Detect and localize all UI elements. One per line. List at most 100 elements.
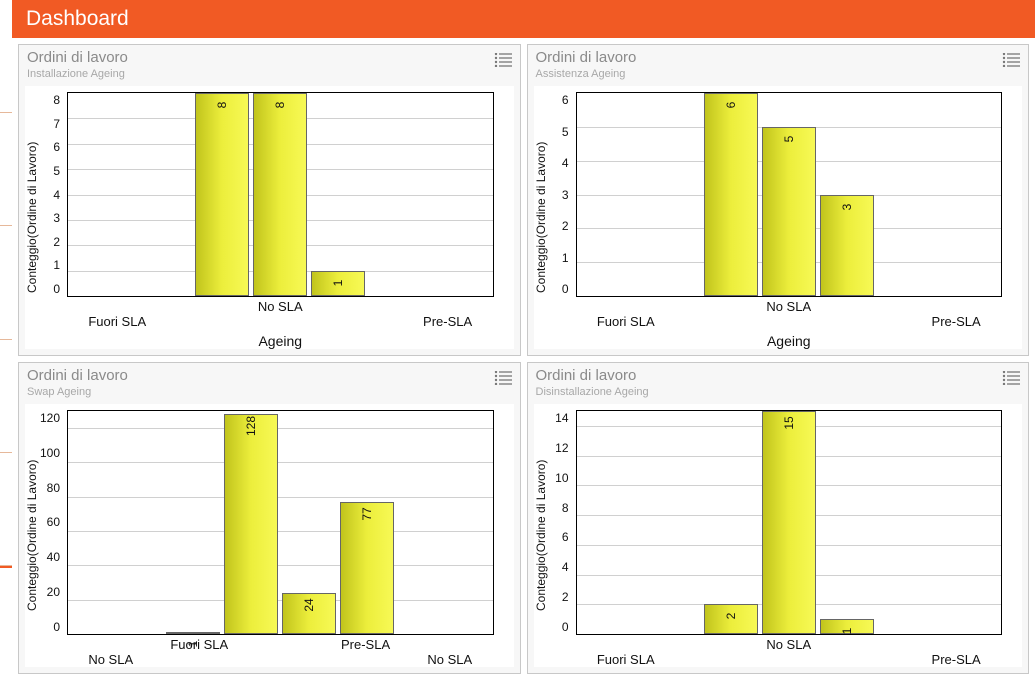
bars: 6 5 3 [640,93,937,296]
x-tick: No SLA [88,652,133,667]
bar[interactable]: 8 [195,93,249,296]
chart-grid: Ordini di lavoroInstallazione AgeingCont… [12,38,1035,680]
plot-area: 12010080604020011282477 [67,410,494,635]
list-icon[interactable] [1002,371,1020,385]
x-row: Fuori SLAPre-SLA [597,314,981,329]
y-tick: 0 [53,282,60,296]
bar-value: 1 [840,628,854,635]
bar[interactable]: 1 [166,632,220,634]
x-row: No SLA [639,299,938,314]
card-header: Ordini di lavoroInstallazione Ageing [19,45,520,80]
bar[interactable]: 3 [820,195,874,297]
x-tick: No SLA [639,299,938,314]
card-subtitle: Installazione Ageing [27,68,494,80]
y-tick: 0 [555,620,568,634]
y-tick: 6 [562,93,569,107]
bar[interactable]: 1 [820,619,874,634]
x-axis: No SLAFuori SLAPre-SLA Ageing [576,297,1003,349]
bar-value: 24 [302,598,316,611]
card-header: Ordini di lavoroSwap Ageing [19,363,520,398]
y-tick: 2 [555,590,568,604]
list-icon[interactable] [494,371,512,385]
bars: 1 128 24 77 [132,411,429,634]
plot-area: 141210864202151 [576,410,1003,635]
x-tick: Fuori SLA [597,314,655,329]
bar-value: 2 [724,613,738,620]
chart-wrap: Conteggio(Ordine di Lavoro)1412108642021… [534,404,1023,667]
plot-area: 6543210653 [576,92,1003,297]
y-tick: 0 [562,282,569,296]
chart-wrap: Conteggio(Ordine di Lavoro)1201008060402… [25,404,514,667]
chart-wrap: Conteggio(Ordine di Lavoro)6543210653No … [534,86,1023,349]
y-tick: 1 [53,258,60,272]
card-title: Ordini di lavoro [536,367,1003,384]
page-title: Dashboard [26,7,129,31]
y-tick: 8 [555,501,568,515]
bar-value: 1 [186,640,200,647]
y-tick: 8 [53,93,60,107]
x-tick: No SLA [427,652,472,667]
x-tick: No SLA [131,299,430,314]
list-icon[interactable] [1002,53,1020,67]
x-tick: Pre-SLA [341,637,390,652]
bar[interactable]: 5 [762,127,816,296]
bar[interactable]: 1 [311,271,365,296]
y-tick: 2 [53,235,60,249]
bar-value: 8 [273,102,287,109]
left-rail [0,0,12,680]
bar-value: 1 [331,279,345,286]
bar[interactable]: 24 [282,593,336,634]
list-icon[interactable] [494,53,512,67]
bar[interactable]: 2 [704,604,758,634]
x-axis: No SLAFuori SLAPre-SLA Ageing [67,297,494,349]
main: Dashboard Ordini di lavoroInstallazione … [12,0,1035,680]
y-axis-label: Conteggio(Ordine di Lavoro) [25,404,39,667]
chart-card: Ordini di lavoroInstallazione AgeingCont… [18,44,521,356]
bar-value: 6 [724,102,738,109]
header: Dashboard [12,0,1035,38]
y-ticks: 8 7 6 5 4 3 2 1 0 [53,93,60,296]
card-header: Ordini di lavoroAssistenza Ageing [528,45,1029,80]
x-row: Fuori SLAPre-SLA [114,637,447,652]
y-axis-label: Conteggio(Ordine di Lavoro) [534,86,548,349]
y-tick: 20 [40,585,60,599]
card-title: Ordini di lavoro [536,49,1003,66]
y-tick: 12 [555,441,568,455]
bar-value: 5 [782,136,796,143]
bar[interactable]: 15 [762,411,816,634]
y-ticks: 6543210 [562,93,569,296]
y-tick: 2 [562,219,569,233]
x-row: Fuori SLAPre-SLA [597,652,981,667]
y-tick: 4 [53,188,60,202]
bar-value: 15 [782,416,796,429]
bars: 8 8 1 [132,93,429,296]
bar[interactable]: 128 [224,414,278,634]
bar-value: 128 [244,416,258,436]
bar[interactable]: 8 [253,93,307,296]
chart-wrap: Conteggio(Ordine di Lavoro)876543210881N… [25,86,514,349]
x-row: No SLA [131,299,430,314]
x-axis: Fuori SLAPre-SLANo SLA No SLA [67,635,494,667]
card-header: Ordini di lavoroDisinstallazione Ageing [528,363,1029,398]
y-tick: 3 [53,211,60,225]
chart-card: Ordini di lavoroSwap Ageing Conteggio(Ord… [18,362,521,674]
x-tick: Fuori SLA [88,314,146,329]
plot-area: 876543210881 [67,92,494,297]
y-tick: 7 [53,117,60,131]
y-tick: 14 [555,411,568,425]
bar[interactable]: 6 [704,93,758,296]
y-ticks: 14121086420 [555,411,568,634]
y-tick: 6 [555,530,568,544]
x-tick: No SLA [639,637,938,652]
x-axis-label: Ageing [258,333,302,349]
x-axis-label: Ageing [767,333,811,349]
bar-value: 8 [215,102,229,109]
y-tick: 40 [40,550,60,564]
bar[interactable]: 77 [340,502,394,634]
y-tick: 5 [53,164,60,178]
page: Dashboard Ordini di lavoroInstallazione … [0,0,1035,680]
x-row: No SLA [639,637,938,652]
x-row: Fuori SLAPre-SLA [88,314,472,329]
y-tick: 6 [53,140,60,154]
chart-card: Ordini di lavoroDisinstallazione AgeingC… [527,362,1030,674]
